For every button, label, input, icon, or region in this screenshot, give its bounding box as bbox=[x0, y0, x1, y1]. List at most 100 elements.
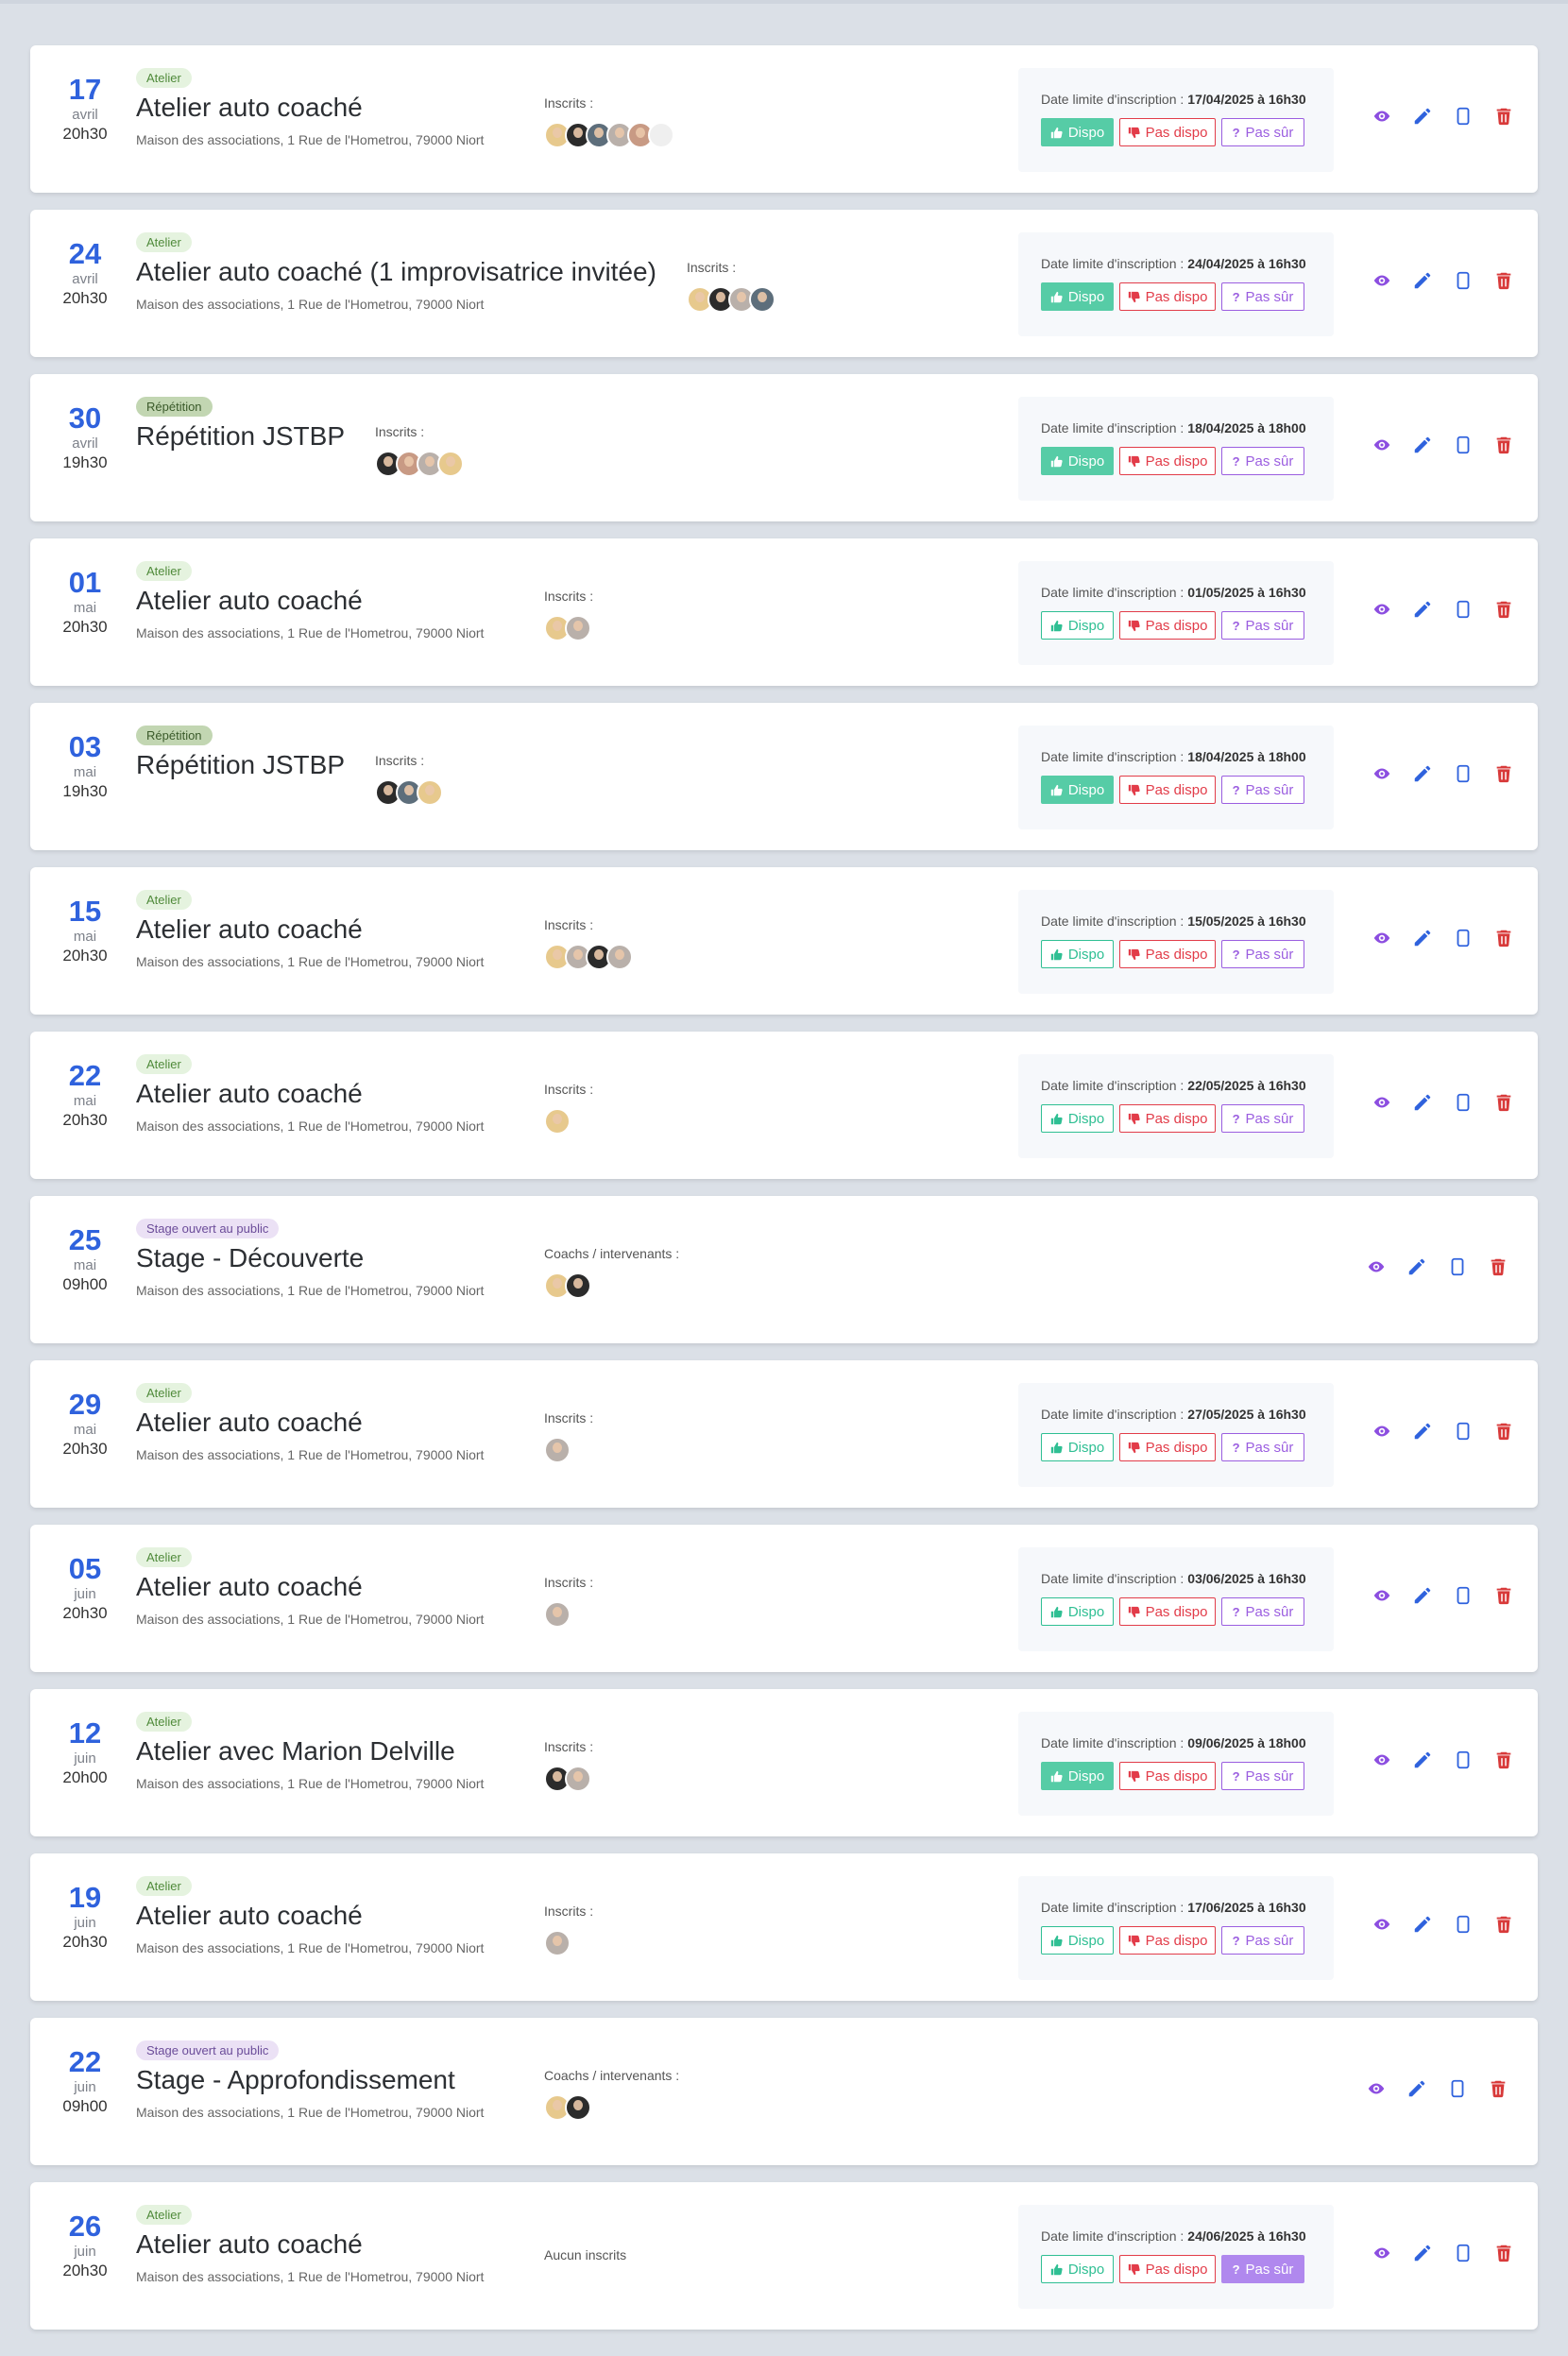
edit-button[interactable] bbox=[1411, 2242, 1434, 2264]
event-title[interactable]: Atelier auto coaché (1 improvisatrice in… bbox=[136, 256, 656, 288]
avatar[interactable] bbox=[565, 1766, 591, 1792]
duplicate-button[interactable] bbox=[1452, 1749, 1474, 1771]
avatar[interactable] bbox=[749, 286, 775, 313]
edit-button[interactable] bbox=[1411, 1913, 1434, 1936]
pas-sur-button[interactable]: ? Pas sûr bbox=[1221, 1597, 1304, 1626]
avatar[interactable] bbox=[417, 779, 443, 806]
avatar[interactable] bbox=[565, 2094, 591, 2121]
delete-button[interactable] bbox=[1487, 1255, 1509, 1278]
pas-dispo-button[interactable]: Pas dispo bbox=[1119, 611, 1216, 640]
event-title[interactable]: Atelier auto coaché bbox=[136, 913, 484, 946]
view-button[interactable] bbox=[1371, 762, 1393, 785]
dispo-button[interactable]: Dispo bbox=[1041, 776, 1114, 804]
duplicate-button[interactable] bbox=[1452, 762, 1474, 785]
pas-sur-button[interactable]: ? Pas sûr bbox=[1221, 2255, 1304, 2283]
dispo-button[interactable]: Dispo bbox=[1041, 118, 1114, 146]
pas-dispo-button[interactable]: Pas dispo bbox=[1119, 282, 1216, 311]
view-button[interactable] bbox=[1371, 598, 1393, 621]
view-button[interactable] bbox=[1371, 1584, 1393, 1607]
event-title[interactable]: Atelier auto coaché bbox=[136, 1078, 484, 1110]
pas-dispo-button[interactable]: Pas dispo bbox=[1119, 447, 1216, 475]
edit-button[interactable] bbox=[1411, 598, 1434, 621]
pas-dispo-button[interactable]: Pas dispo bbox=[1119, 1597, 1216, 1626]
dispo-button[interactable]: Dispo bbox=[1041, 1597, 1114, 1626]
duplicate-button[interactable] bbox=[1452, 269, 1474, 292]
avatar[interactable] bbox=[437, 451, 464, 477]
edit-button[interactable] bbox=[1411, 927, 1434, 949]
view-button[interactable] bbox=[1371, 927, 1393, 949]
delete-button[interactable] bbox=[1492, 2242, 1515, 2264]
edit-button[interactable] bbox=[1411, 105, 1434, 128]
event-title[interactable]: Répétition JSTBP bbox=[136, 420, 345, 452]
avatar[interactable] bbox=[544, 1108, 571, 1135]
event-title[interactable]: Atelier auto coaché bbox=[136, 92, 484, 124]
pas-sur-button[interactable]: ? Pas sûr bbox=[1221, 1762, 1304, 1790]
delete-button[interactable] bbox=[1492, 105, 1515, 128]
event-title[interactable]: Atelier auto coaché bbox=[136, 1407, 484, 1439]
edit-button[interactable] bbox=[1411, 1584, 1434, 1607]
view-button[interactable] bbox=[1371, 1091, 1393, 1114]
edit-button[interactable] bbox=[1411, 1749, 1434, 1771]
view-button[interactable] bbox=[1371, 1420, 1393, 1443]
delete-button[interactable] bbox=[1492, 1091, 1515, 1114]
pas-dispo-button[interactable]: Pas dispo bbox=[1119, 776, 1216, 804]
pas-dispo-button[interactable]: Pas dispo bbox=[1119, 118, 1216, 146]
event-title[interactable]: Atelier auto coaché bbox=[136, 2228, 484, 2261]
dispo-button[interactable]: Dispo bbox=[1041, 940, 1114, 968]
dispo-button[interactable]: Dispo bbox=[1041, 1433, 1114, 1461]
duplicate-button[interactable] bbox=[1452, 105, 1474, 128]
pas-sur-button[interactable]: ? Pas sûr bbox=[1221, 1926, 1304, 1955]
pas-dispo-button[interactable]: Pas dispo bbox=[1119, 1762, 1216, 1790]
dispo-button[interactable]: Dispo bbox=[1041, 282, 1114, 311]
duplicate-button[interactable] bbox=[1452, 434, 1474, 456]
pas-sur-button[interactable]: ? Pas sûr bbox=[1221, 776, 1304, 804]
view-button[interactable] bbox=[1371, 434, 1393, 456]
delete-button[interactable] bbox=[1492, 1749, 1515, 1771]
avatar[interactable] bbox=[544, 1601, 571, 1628]
view-button[interactable] bbox=[1371, 2242, 1393, 2264]
dispo-button[interactable]: Dispo bbox=[1041, 447, 1114, 475]
duplicate-button[interactable] bbox=[1452, 927, 1474, 949]
avatar[interactable] bbox=[544, 1437, 571, 1463]
delete-button[interactable] bbox=[1492, 269, 1515, 292]
event-title[interactable]: Stage - Découverte bbox=[136, 1242, 484, 1274]
delete-button[interactable] bbox=[1492, 434, 1515, 456]
view-button[interactable] bbox=[1365, 1255, 1388, 1278]
event-title[interactable]: Atelier auto coaché bbox=[136, 585, 484, 617]
event-title[interactable]: Atelier auto coaché bbox=[136, 1900, 484, 1932]
duplicate-button[interactable] bbox=[1452, 2242, 1474, 2264]
edit-button[interactable] bbox=[1411, 269, 1434, 292]
pas-sur-button[interactable]: ? Pas sûr bbox=[1221, 1104, 1304, 1133]
event-title[interactable]: Atelier avec Marion Delville bbox=[136, 1735, 484, 1767]
edit-button[interactable] bbox=[1411, 762, 1434, 785]
pas-dispo-button[interactable]: Pas dispo bbox=[1119, 940, 1216, 968]
duplicate-button[interactable] bbox=[1446, 1255, 1469, 1278]
avatar[interactable] bbox=[565, 1272, 591, 1299]
pas-sur-button[interactable]: ? Pas sûr bbox=[1221, 447, 1304, 475]
delete-button[interactable] bbox=[1487, 2077, 1509, 2100]
edit-button[interactable] bbox=[1411, 1420, 1434, 1443]
pas-sur-button[interactable]: ? Pas sûr bbox=[1221, 611, 1304, 640]
duplicate-button[interactable] bbox=[1446, 2077, 1469, 2100]
pas-sur-button[interactable]: ? Pas sûr bbox=[1221, 282, 1304, 311]
duplicate-button[interactable] bbox=[1452, 1913, 1474, 1936]
pas-dispo-button[interactable]: Pas dispo bbox=[1119, 2255, 1216, 2283]
delete-button[interactable] bbox=[1492, 1913, 1515, 1936]
dispo-button[interactable]: Dispo bbox=[1041, 611, 1114, 640]
delete-button[interactable] bbox=[1492, 927, 1515, 949]
pas-sur-button[interactable]: ? Pas sûr bbox=[1221, 1433, 1304, 1461]
edit-button[interactable] bbox=[1406, 1255, 1428, 1278]
dispo-button[interactable]: Dispo bbox=[1041, 2255, 1114, 2283]
view-button[interactable] bbox=[1371, 269, 1393, 292]
dispo-button[interactable]: Dispo bbox=[1041, 1926, 1114, 1955]
pas-dispo-button[interactable]: Pas dispo bbox=[1119, 1104, 1216, 1133]
view-button[interactable] bbox=[1371, 1749, 1393, 1771]
event-title[interactable]: Atelier auto coaché bbox=[136, 1571, 484, 1603]
duplicate-button[interactable] bbox=[1452, 1420, 1474, 1443]
view-button[interactable] bbox=[1365, 2077, 1388, 2100]
edit-button[interactable] bbox=[1411, 434, 1434, 456]
delete-button[interactable] bbox=[1492, 762, 1515, 785]
event-title[interactable]: Répétition JSTBP bbox=[136, 749, 345, 781]
duplicate-button[interactable] bbox=[1452, 1584, 1474, 1607]
duplicate-button[interactable] bbox=[1452, 1091, 1474, 1114]
